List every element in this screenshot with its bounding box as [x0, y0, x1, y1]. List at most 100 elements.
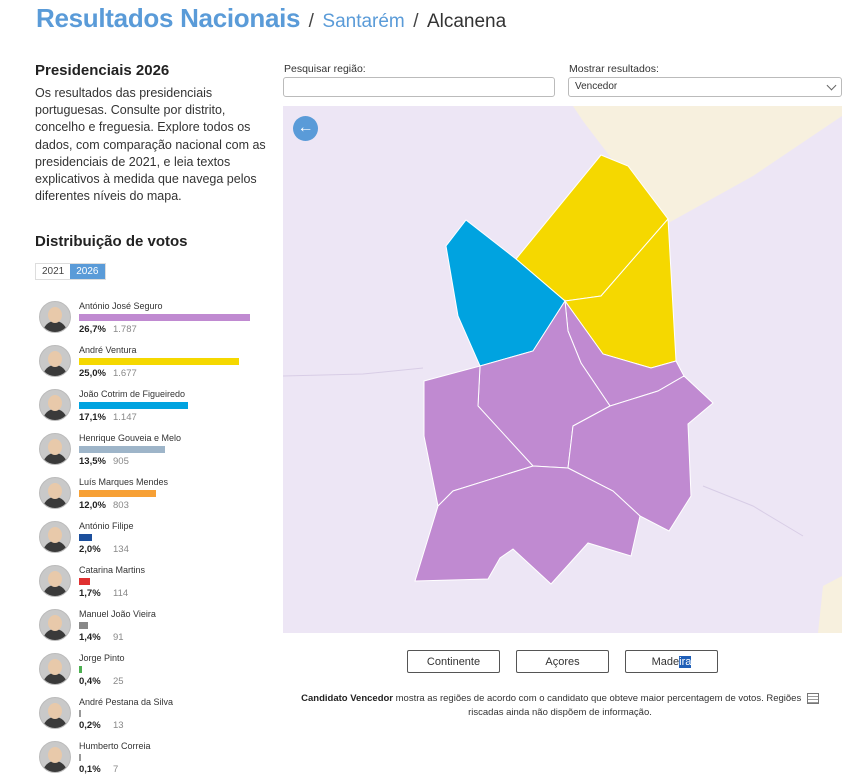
intro-title: Presidenciais 2026 [35, 62, 170, 79]
candidate-vote-bar [79, 710, 81, 717]
candidate-row[interactable]: Manuel João Vieira 1,4% 91 [37, 609, 277, 649]
madeira-label-selected: ira [679, 656, 692, 668]
footnote-text-2: riscadas ainda não dispõem de informação… [468, 707, 652, 718]
page-header: Resultados Nacionais / Santarém / Alcane… [36, 3, 506, 34]
map-outside-land [818, 576, 842, 633]
avatar-face [48, 527, 62, 543]
candidate-votes: 91 [113, 632, 124, 643]
candidate-row[interactable]: Henrique Gouveia e Melo 13,5% 905 [37, 433, 277, 473]
candidate-votes: 1.787 [113, 324, 137, 335]
candidate-name: Humberto Correia [79, 741, 151, 751]
candidate-row[interactable]: André Ventura 25,0% 1.677 [37, 345, 277, 385]
avatar-face [48, 703, 62, 719]
candidate-name: António Filipe [79, 521, 134, 531]
candidate-votes: 134 [113, 544, 129, 555]
candidate-vote-bar [79, 666, 82, 673]
results-label: Mostrar resultados: [569, 63, 659, 75]
region-button-madeira[interactable]: Madeira [625, 650, 718, 673]
candidate-votes: 25 [113, 676, 124, 687]
candidate-avatar [39, 609, 71, 641]
avatar-face [48, 615, 62, 631]
results-select[interactable]: Vencedor [568, 77, 842, 97]
breadcrumb-separator: / [413, 11, 419, 32]
year-tab-2026[interactable]: 2026 [70, 264, 105, 279]
candidate-avatar [39, 477, 71, 509]
avatar-face [48, 395, 62, 411]
candidate-votes: 905 [113, 456, 129, 467]
chevron-down-icon [826, 80, 837, 91]
candidate-name: André Ventura [79, 345, 137, 355]
candidate-avatar [39, 345, 71, 377]
avatar-face [48, 483, 62, 499]
distribution-title: Distribuição de votos [35, 233, 188, 250]
region-button-continente[interactable]: Continente [407, 650, 500, 673]
candidate-percentage: 2,0% [79, 544, 101, 555]
year-tab-2021[interactable]: 2021 [36, 264, 71, 279]
candidate-row[interactable]: António José Seguro 26,7% 1.787 [37, 301, 277, 341]
candidate-name: Jorge Pinto [79, 653, 125, 663]
madeira-label-part: Made [651, 656, 680, 668]
candidate-row[interactable]: André Pestana da Silva 0,2% 13 [37, 697, 277, 737]
candidate-votes: 1.677 [113, 368, 137, 379]
candidate-avatar [39, 521, 71, 553]
avatar-face [48, 307, 62, 323]
candidate-row[interactable]: João Cotrim de Figueiredo 17,1% 1.147 [37, 389, 277, 429]
region-button-acores[interactable]: Açores [516, 650, 609, 673]
intro-section: Presidenciais 2026 Os resultados das pre… [35, 62, 267, 205]
candidate-percentage: 13,5% [79, 456, 106, 467]
candidate-row[interactable]: António Filipe 2,0% 134 [37, 521, 277, 561]
arrow-left-icon: ← [297, 119, 314, 136]
candidate-avatar [39, 697, 71, 729]
candidate-avatar [39, 433, 71, 465]
candidate-name: André Pestana da Silva [79, 697, 174, 707]
map-border-line [702, 485, 804, 537]
breadcrumb-link-santarem[interactable]: Santarém [322, 11, 404, 32]
candidate-percentage: 0,2% [79, 720, 101, 731]
back-button[interactable]: ← [293, 116, 318, 141]
candidate-vote-bar [79, 754, 81, 761]
candidate-avatar [39, 389, 71, 421]
candidate-percentage: 0,4% [79, 676, 101, 687]
candidate-percentage: 1,7% [79, 588, 101, 599]
candidate-avatar [39, 653, 71, 685]
year-toggle: 2021 2026 [35, 263, 106, 280]
results-map[interactable]: ← [283, 106, 842, 633]
avatar-face [48, 439, 62, 455]
candidate-percentage: 12,0% [79, 500, 106, 511]
footnote-text: mostra as regiões de acordo com o candid… [393, 693, 802, 704]
candidate-name: João Cotrim de Figueiredo [79, 389, 186, 399]
page-title: Resultados Nacionais [36, 3, 301, 33]
candidate-vote-bar [79, 490, 156, 497]
candidate-vote-bar [79, 358, 239, 365]
map-svg [283, 106, 842, 633]
candidate-avatar [39, 301, 71, 333]
breadcrumb-current: Alcanena [426, 11, 507, 32]
candidate-votes: 13 [113, 720, 124, 731]
candidate-percentage: 26,7% [79, 324, 106, 335]
candidate-vote-bar [79, 314, 250, 321]
candidate-row[interactable]: Luís Marques Mendes 12,0% 803 [37, 477, 277, 517]
results-select-value: Vencedor [575, 81, 618, 92]
breadcrumb-separator: / [308, 11, 314, 32]
candidate-votes: 1.147 [113, 412, 137, 423]
candidate-votes: 114 [113, 588, 129, 599]
candidate-percentage: 25,0% [79, 368, 106, 379]
candidate-name: António José Seguro [79, 301, 163, 311]
candidate-percentage: 1,4% [79, 632, 101, 643]
candidate-votes: 803 [113, 500, 129, 511]
avatar-face [48, 351, 62, 367]
candidate-row[interactable]: Jorge Pinto 0,4% 25 [37, 653, 277, 693]
candidate-name: Luís Marques Mendes [79, 477, 169, 487]
candidate-row[interactable]: Catarina Martins 1,7% 114 [37, 565, 277, 605]
candidate-avatar [39, 741, 71, 773]
candidate-row[interactable]: Humberto Correia 0,1% 7 [37, 741, 277, 781]
candidate-vote-bar [79, 534, 92, 541]
candidate-vote-bar [79, 578, 90, 585]
search-input[interactable] [283, 77, 555, 97]
map-border-line [283, 367, 424, 377]
candidate-vote-bar [79, 446, 166, 453]
avatar-face [48, 747, 62, 763]
candidate-name: Henrique Gouveia e Melo [79, 433, 182, 443]
footnote-bold: Candidato Vencedor [301, 693, 393, 704]
candidate-avatar [39, 565, 71, 597]
